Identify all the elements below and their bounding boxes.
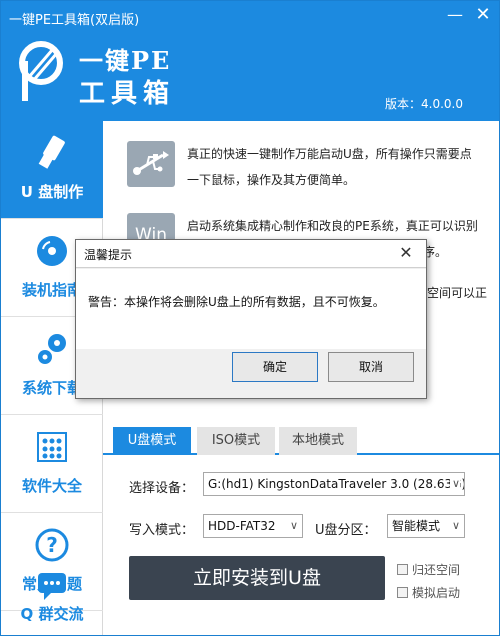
svg-text:?: ? bbox=[46, 533, 58, 557]
feature-usb-text: 真正的快速一键制作万能启动U盘，所有操作只需要点 一下鼠标，操作及其方便简单。 bbox=[187, 141, 487, 193]
option-reclaim-space[interactable]: 归还空间 bbox=[397, 561, 460, 578]
dialog-ok-button[interactable]: 确定 bbox=[232, 352, 318, 382]
disc-icon bbox=[37, 236, 67, 266]
tab-local-mode[interactable]: 本地模式 bbox=[279, 427, 357, 455]
feature-3-spacer bbox=[427, 310, 489, 311]
grid-icon bbox=[37, 432, 67, 462]
chevron-down-icon: ∨ bbox=[449, 515, 460, 537]
logo-icon bbox=[19, 41, 63, 101]
chat-icon bbox=[38, 573, 66, 600]
sidebar-item-label: Q 群交流 bbox=[20, 605, 84, 623]
feature-usb-line1: 真正的快速一键制作万能启动U盘，所有操作只需要点 bbox=[187, 147, 472, 161]
partition-value: 智能模式 bbox=[392, 519, 441, 533]
checkbox-icon[interactable] bbox=[397, 564, 408, 575]
dialog-titlebar: 温馨提示 ✕ bbox=[76, 240, 426, 268]
app-window: 一键PE工具箱(双启版) — ✕ 一键PE 工具箱 版本：4.0.0.0 U 盘… bbox=[0, 0, 500, 636]
chevron-down-icon: ∨ bbox=[449, 473, 460, 495]
tab-usb-mode[interactable]: U盘模式 bbox=[113, 427, 191, 455]
header-banner: 一键PE工具箱(双启版) — ✕ 一键PE 工具箱 版本：4.0.0.0 bbox=[1, 1, 499, 121]
mode-tabs: U盘模式 ISO模式 本地模式 bbox=[103, 425, 499, 455]
device-label: 选择设备： bbox=[129, 481, 195, 496]
usb-icon bbox=[38, 135, 65, 169]
sidebar-item-qq-group[interactable]: Q 群交流 bbox=[1, 573, 103, 635]
write-mode-select[interactable]: HDD-FAT32 ∨ bbox=[203, 514, 303, 538]
feature-3-tail: 空间可以正 bbox=[427, 286, 488, 300]
version-label: 版本：4.0.0.0 bbox=[385, 97, 463, 111]
usb-icon bbox=[127, 141, 175, 187]
write-mode-label: 写入模式： bbox=[129, 523, 195, 538]
dialog-body: 警告：本操作将会删除U盘上的所有数据，且不可恢复。 bbox=[76, 269, 426, 349]
minimize-button[interactable]: — bbox=[443, 5, 467, 25]
dialog-title: 温馨提示 bbox=[84, 248, 133, 262]
partition-select[interactable]: 智能模式 ∨ bbox=[387, 514, 465, 538]
write-mode-value: HDD-FAT32 bbox=[208, 519, 276, 533]
option-label: 归还空间 bbox=[412, 563, 461, 577]
sidebar-item-label: U 盘制作 bbox=[20, 183, 84, 201]
warning-dialog: 温馨提示 ✕ 警告：本操作将会删除U盘上的所有数据，且不可恢复。 确定 取消 bbox=[75, 239, 427, 399]
partition-label: U盘分区： bbox=[315, 523, 377, 538]
logo-text-line2: 工具箱 bbox=[79, 79, 176, 109]
gears-icon bbox=[38, 334, 66, 364]
sidebar-item-software[interactable]: 软件大全 bbox=[1, 415, 103, 513]
sidebar-item-usb-make[interactable]: U 盘制作 bbox=[1, 121, 103, 219]
window-title: 一键PE工具箱(双启版) bbox=[9, 13, 140, 28]
feature-usb-line2: 一下鼠标，操作及其方便简单。 bbox=[187, 173, 356, 187]
checkbox-icon[interactable] bbox=[397, 587, 408, 598]
question-icon: ? bbox=[35, 528, 69, 562]
chevron-down-icon: ∨ bbox=[287, 515, 298, 537]
device-select-value: G:(hd1) KingstonDataTraveler 3.0 (28.63G… bbox=[208, 477, 465, 491]
feature-win-line1: 启动系统集成精心制作和改良的PE系统，真正可以识别 bbox=[187, 219, 478, 233]
close-button[interactable]: ✕ bbox=[471, 5, 495, 25]
feature-usb: 真正的快速一键制作万能启动U盘，所有操作只需要点 一下鼠标，操作及其方便简单。 bbox=[127, 141, 487, 201]
sidebar-item-label: 软件大全 bbox=[21, 477, 82, 495]
dialog-message: 警告：本操作将会删除U盘上的所有数据，且不可恢复。 bbox=[88, 295, 385, 309]
device-select[interactable]: G:(hd1) KingstonDataTraveler 3.0 (28.63G… bbox=[203, 472, 465, 496]
tab-iso-mode[interactable]: ISO模式 bbox=[197, 427, 275, 455]
logo-text-line1: 一键PE bbox=[79, 46, 172, 75]
install-to-usb-button[interactable]: 立即安装到U盘 bbox=[129, 556, 385, 600]
option-label: 模拟启动 bbox=[412, 586, 461, 600]
option-simulate-boot[interactable]: 模拟启动 bbox=[397, 584, 460, 601]
dialog-cancel-button[interactable]: 取消 bbox=[328, 352, 414, 382]
dialog-close-button[interactable]: ✕ bbox=[392, 242, 420, 264]
